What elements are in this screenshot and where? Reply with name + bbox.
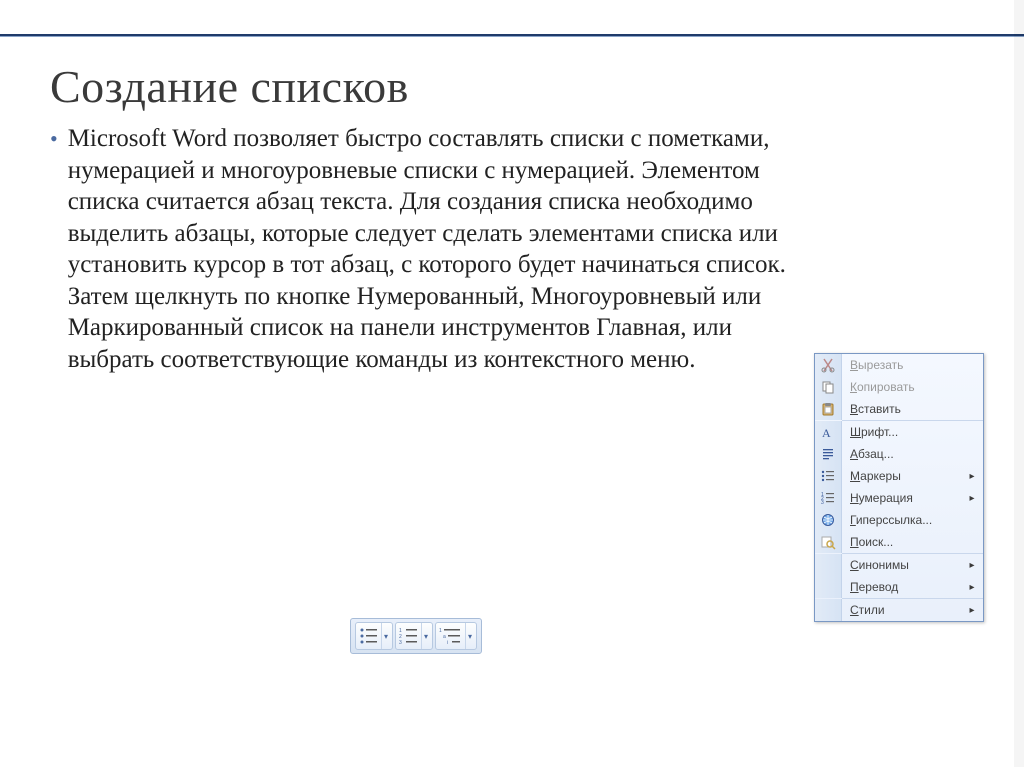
dropdown-arrow-icon[interactable]: ▾ [421, 623, 430, 649]
copy-icon [815, 376, 842, 398]
multilevel-list-icon: 1 a i [439, 627, 463, 645]
menu-item-para-5[interactable]: Абзац... [815, 443, 983, 465]
bulleted-list-icon [359, 627, 379, 645]
para-icon [815, 443, 842, 465]
menu-item-label: Вставить [842, 402, 983, 416]
menu-item-blank-14[interactable]: Стили▸ [815, 599, 983, 621]
slide-shadow [1014, 0, 1024, 767]
menu-item-font-4[interactable]: A Шрифт... [815, 421, 983, 443]
menu-item-label: Нумерация [842, 491, 965, 505]
cut-icon [815, 354, 842, 376]
top-rule [0, 34, 1024, 37]
menu-item-label: Поиск... [842, 535, 983, 549]
paste-icon [815, 398, 842, 420]
menu-item-label: Стили [842, 603, 965, 617]
context-menu: Вырезать Копировать Вставить A Шрифт... Абзац… [814, 353, 984, 622]
svg-text:a: a [443, 634, 446, 640]
slide: Создание списков • Microsoft Word позвол… [0, 0, 1024, 767]
svg-text:i: i [447, 640, 448, 645]
blank-icon [815, 554, 842, 576]
submenu-arrow-icon: ▸ [965, 582, 983, 593]
menu-item-label: Вырезать [842, 358, 983, 372]
bullet-marker: • [50, 123, 58, 155]
numbered-list-button[interactable]: 1 2 3 ▾ [395, 622, 433, 650]
dropdown-arrow-icon[interactable]: ▾ [465, 623, 474, 649]
submenu-arrow-icon: ▸ [965, 605, 983, 616]
text-column: • Microsoft Word позволяет быстро состав… [50, 123, 814, 375]
menu-item-label: Маркеры [842, 469, 965, 483]
submenu-arrow-icon: ▸ [965, 560, 983, 571]
menu-item-label: Гиперссылка... [842, 513, 983, 527]
menu-item-label: Копировать [842, 380, 983, 394]
hyperlink-icon [815, 509, 842, 531]
svg-text:3: 3 [399, 640, 402, 645]
submenu-arrow-icon: ▸ [965, 493, 983, 504]
menu-item-cut-0[interactable]: Вырезать [815, 354, 983, 376]
bullets-icon [815, 465, 842, 487]
menu-item-label: Абзац... [842, 447, 983, 461]
font-icon: A [815, 421, 842, 443]
menu-item-label: Перевод [842, 580, 965, 594]
menu-item-hyperlink-8[interactable]: Гиперссылка... [815, 509, 983, 531]
menu-item-bullets-6[interactable]: Маркеры▸ [815, 465, 983, 487]
numbers-icon: 123 [815, 487, 842, 509]
menu-item-paste-2[interactable]: Вставить [815, 398, 983, 420]
svg-text:3: 3 [821, 500, 824, 506]
menu-item-label: Синонимы [842, 558, 965, 572]
search-icon [815, 531, 842, 553]
menu-item-copy-1[interactable]: Копировать [815, 376, 983, 398]
menu-item-blank-12[interactable]: Перевод▸ [815, 576, 983, 598]
menu-item-blank-11[interactable]: Синонимы▸ [815, 554, 983, 576]
body-area: • Microsoft Word позволяет быстро состав… [50, 123, 984, 622]
submenu-arrow-icon: ▸ [965, 471, 983, 482]
menu-item-numbers-7[interactable]: 123Нумерация▸ [815, 487, 983, 509]
numbered-list-icon: 1 2 3 [399, 627, 419, 645]
multilevel-list-button[interactable]: 1 a i ▾ [435, 622, 477, 650]
svg-text:1: 1 [439, 628, 442, 634]
svg-text:A: A [822, 426, 831, 440]
slide-title: Создание списков [50, 60, 984, 113]
menu-item-label: Шрифт... [842, 425, 983, 439]
blank-icon [815, 599, 842, 621]
bulleted-list-button[interactable]: ▾ [355, 622, 393, 650]
dropdown-arrow-icon[interactable]: ▾ [381, 623, 390, 649]
blank-icon [815, 576, 842, 598]
menu-item-search-9[interactable]: Поиск... [815, 531, 983, 553]
body-paragraph: Microsoft Word позволяет быстро составля… [68, 123, 804, 375]
ribbon-list-buttons: ▾ 1 2 3 ▾ 1 a i ▾ [350, 618, 482, 654]
